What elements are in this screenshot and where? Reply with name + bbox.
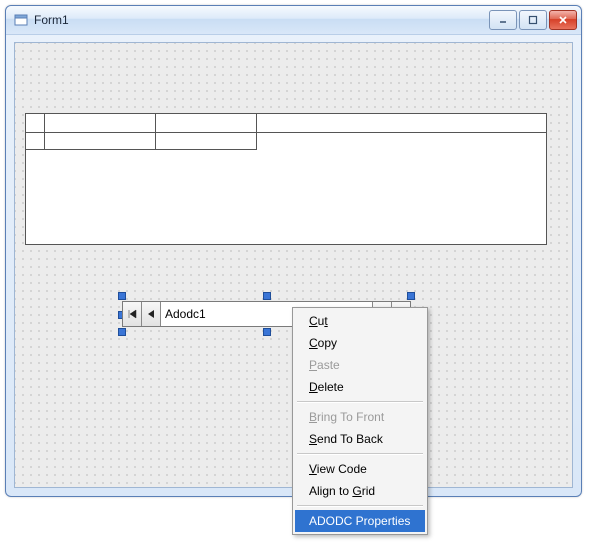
menu-bring-to-front: Bring To Front: [295, 406, 425, 428]
datagrid-control[interactable]: [25, 113, 547, 245]
adodc-prev-button[interactable]: [142, 302, 161, 326]
datagrid-col-2[interactable]: [156, 114, 257, 132]
resize-handle-ne[interactable]: [407, 292, 415, 300]
menu-copy[interactable]: Copy: [295, 332, 425, 354]
resize-handle-n[interactable]: [263, 292, 271, 300]
context-menu: Cut Copy Paste Delete Bring To Front Sen…: [292, 307, 428, 535]
adodc-first-button[interactable]: [123, 302, 142, 326]
titlebar[interactable]: Form1: [6, 6, 581, 35]
window-title: Form1: [34, 13, 489, 27]
datagrid-cell[interactable]: [45, 133, 156, 150]
menu-send-to-back[interactable]: Send To Back: [295, 428, 425, 450]
menu-view-code[interactable]: View Code: [295, 458, 425, 480]
resize-handle-s[interactable]: [263, 328, 271, 336]
menu-separator: [297, 401, 423, 403]
datagrid-header: [26, 114, 546, 133]
menu-adodc-properties[interactable]: ADODC Properties: [295, 510, 425, 532]
menu-delete[interactable]: Delete: [295, 376, 425, 398]
datagrid-row[interactable]: [26, 133, 546, 149]
datagrid-col-1[interactable]: [45, 114, 156, 132]
datagrid-cell[interactable]: [156, 133, 257, 150]
datagrid-rowheader: [26, 133, 45, 150]
menu-align-to-grid[interactable]: Align to Grid: [295, 480, 425, 502]
menu-paste: Paste: [295, 354, 425, 376]
minimize-button[interactable]: [489, 10, 517, 30]
menu-separator: [297, 505, 423, 507]
datagrid-rowheader-col: [26, 114, 45, 132]
resize-handle-sw[interactable]: [118, 328, 126, 336]
window-controls: [489, 10, 577, 30]
maximize-button[interactable]: [519, 10, 547, 30]
form-icon: [14, 13, 28, 27]
menu-cut[interactable]: Cut: [295, 310, 425, 332]
resize-handle-nw[interactable]: [118, 292, 126, 300]
menu-separator: [297, 453, 423, 455]
close-button[interactable]: [549, 10, 577, 30]
